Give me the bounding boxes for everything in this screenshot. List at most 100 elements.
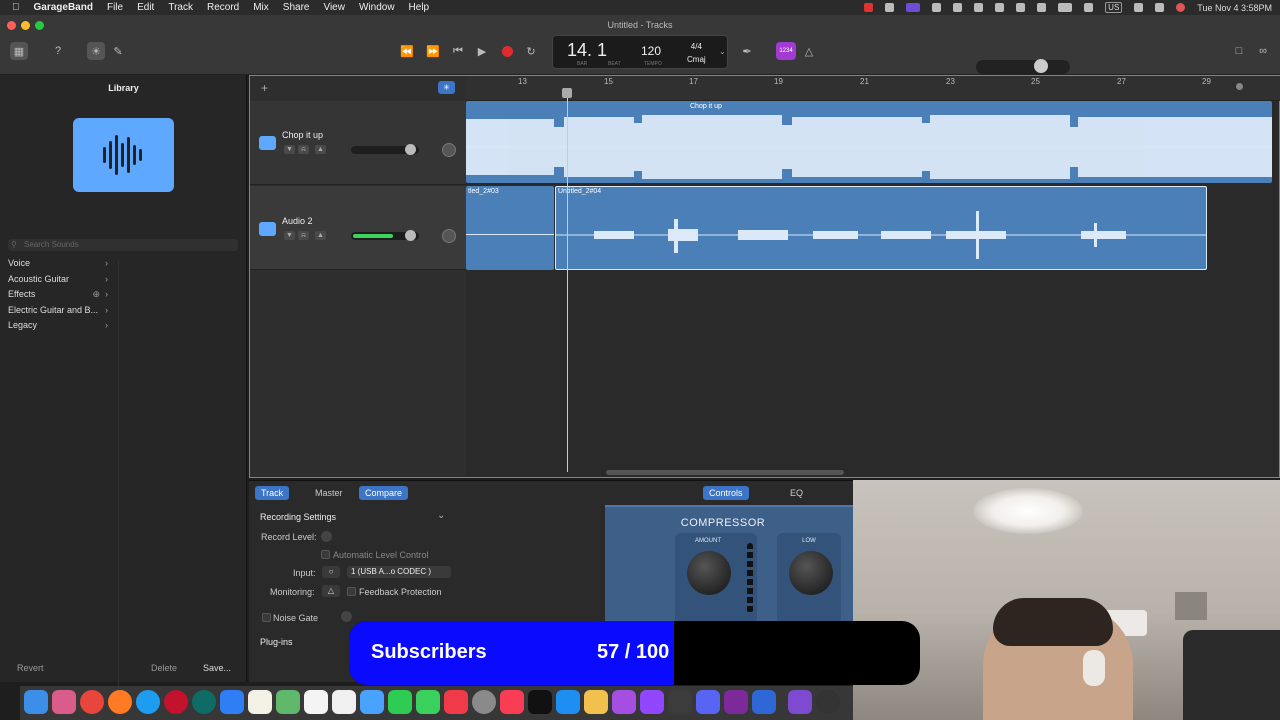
mute-icon[interactable]: ▼: [284, 145, 295, 154]
menu-edit[interactable]: Edit: [137, 2, 154, 13]
library-item-acoustic-guitar[interactable]: Acoustic Guitar ›: [8, 272, 112, 287]
amount-knob[interactable]: [687, 551, 731, 595]
battery-level-icon[interactable]: [1058, 3, 1073, 12]
playback-icon[interactable]: [1016, 3, 1026, 12]
freeform-icon[interactable]: [360, 690, 384, 714]
utility-icon[interactable]: [752, 690, 776, 714]
count-in-button[interactable]: 1234: [776, 42, 796, 60]
menu-share[interactable]: Share: [283, 2, 310, 13]
track-volume-knob[interactable]: [405, 144, 416, 155]
track-header-2[interactable]: Audio 2 ▼ ⍾ ▲: [250, 186, 466, 270]
maps-icon[interactable]: [276, 690, 300, 714]
photos-icon[interactable]: [584, 690, 608, 714]
low-knob[interactable]: [789, 551, 833, 595]
master-volume-knob[interactable]: [1034, 59, 1048, 73]
library-item-electric-guitar[interactable]: Electric Guitar and B... ›: [8, 303, 112, 318]
menu-record[interactable]: Record: [207, 2, 239, 13]
record-enable-icon[interactable]: ▲: [315, 231, 326, 240]
track-header-1[interactable]: Chop it up ▼ ⍾ ▲: [250, 101, 466, 185]
chevron-down-icon[interactable]: ⌄: [437, 510, 445, 521]
rewind-icon[interactable]: ⏪: [398, 42, 416, 60]
fast-forward-icon[interactable]: ⏩: [424, 42, 442, 60]
monitoring-icon[interactable]: △: [322, 585, 340, 597]
firefox-icon[interactable]: [108, 690, 132, 714]
tab-master[interactable]: Master: [309, 486, 349, 500]
battery-icon[interactable]: [885, 3, 895, 12]
search-icon[interactable]: [1134, 3, 1144, 12]
display-icon[interactable]: [932, 3, 942, 12]
save-button[interactable]: Save...: [203, 663, 231, 673]
facetime-icon[interactable]: [388, 690, 412, 714]
tab-compare[interactable]: Compare: [359, 486, 409, 500]
library-item-voice[interactable]: Voice ›: [8, 256, 112, 271]
lcd-display[interactable]: 14. 1 BAR BEAT 120 TEMPO 4/4 Cmaj ⌄: [552, 35, 728, 69]
news-icon[interactable]: [444, 690, 468, 714]
notepad-icon[interactable]: □: [1230, 42, 1248, 60]
chevron-down-icon[interactable]: ⌄: [719, 47, 726, 56]
discord-icon[interactable]: [696, 690, 720, 714]
zoom-slider-knob[interactable]: [1236, 83, 1243, 90]
chrome-icon[interactable]: [80, 690, 104, 714]
feedback-protection-checkbox[interactable]: [347, 587, 356, 596]
tab-controls[interactable]: Controls: [703, 486, 749, 500]
go-to-beginning-icon[interactable]: ⏮: [449, 42, 467, 60]
launchpad-icon[interactable]: [52, 690, 76, 714]
music-icon[interactable]: [500, 690, 524, 714]
library-button[interactable]: ▦: [10, 42, 28, 60]
settings-icon[interactable]: [472, 690, 496, 714]
catch-playhead-button[interactable]: ✳: [438, 81, 455, 94]
master-volume-slider[interactable]: [976, 59, 1070, 74]
menu-help[interactable]: Help: [409, 2, 430, 13]
mail-icon[interactable]: [220, 690, 244, 714]
library-item-legacy[interactable]: Legacy ›: [8, 318, 112, 333]
affinity-icon[interactable]: [788, 690, 812, 714]
tuner-icon[interactable]: ✒: [738, 42, 756, 60]
record-button[interactable]: [498, 42, 516, 60]
auto-level-checkbox[interactable]: [321, 550, 330, 559]
headphones-icon[interactable]: ⍾: [298, 231, 309, 240]
obs-icon[interactable]: [816, 690, 840, 714]
add-track-button[interactable]: +: [261, 81, 268, 95]
menu-window[interactable]: Window: [359, 2, 395, 13]
input-source[interactable]: US: [1105, 2, 1123, 13]
region-untitled-03[interactable]: tled_2#03: [466, 186, 554, 270]
track-name[interactable]: Chop it up: [282, 130, 323, 140]
bluetooth-icon[interactable]: [995, 3, 1005, 12]
help-icon[interactable]: ?: [49, 42, 67, 60]
screen-record-icon[interactable]: [906, 3, 921, 12]
delete-button[interactable]: Delete: [151, 663, 177, 673]
reminders-icon[interactable]: [332, 690, 356, 714]
onenote-icon[interactable]: [724, 690, 748, 714]
finder-icon[interactable]: [24, 690, 48, 714]
region-untitled-04[interactable]: Untitled_2#04: [555, 186, 1207, 270]
loop-browser-icon[interactable]: ∞: [1254, 42, 1272, 60]
input-select[interactable]: 1 (USB A...o CODEC ): [347, 566, 451, 578]
opera-icon[interactable]: [164, 690, 188, 714]
track-volume-slider[interactable]: [351, 230, 419, 241]
siri-icon[interactable]: [1176, 3, 1186, 12]
clock[interactable]: Tue Nov 4 3:58PM: [1197, 3, 1272, 13]
search-sounds-input[interactable]: Search Sounds: [8, 239, 238, 251]
menu-mix[interactable]: Mix: [253, 2, 269, 13]
track-volume-knob[interactable]: [405, 230, 416, 241]
region-chop-it-up[interactable]: Chop it up: [466, 101, 1272, 183]
pan-knob[interactable]: [442, 143, 456, 157]
cycle-icon[interactable]: ↻: [522, 42, 540, 60]
mono-input-icon[interactable]: ○: [322, 566, 340, 578]
menu-app-name[interactable]: GarageBand: [34, 2, 93, 13]
messages-icon[interactable]: [416, 690, 440, 714]
track-volume-slider[interactable]: [351, 144, 419, 155]
recording-settings-header[interactable]: Recording Settings: [260, 512, 336, 522]
menu-file[interactable]: File: [107, 2, 123, 13]
record-enable-icon[interactable]: ▲: [315, 145, 326, 154]
tv-icon[interactable]: [528, 690, 552, 714]
noise-gate-checkbox[interactable]: [262, 613, 271, 622]
menu-view[interactable]: View: [323, 2, 345, 13]
menu-track[interactable]: Track: [168, 2, 193, 13]
mute-icon[interactable]: ▼: [284, 231, 295, 240]
pan-knob[interactable]: [442, 229, 456, 243]
safari-icon[interactable]: [136, 690, 160, 714]
wifi-icon[interactable]: [1084, 3, 1094, 12]
editors-button[interactable]: ✎: [109, 42, 127, 60]
browser-icon[interactable]: [192, 690, 216, 714]
